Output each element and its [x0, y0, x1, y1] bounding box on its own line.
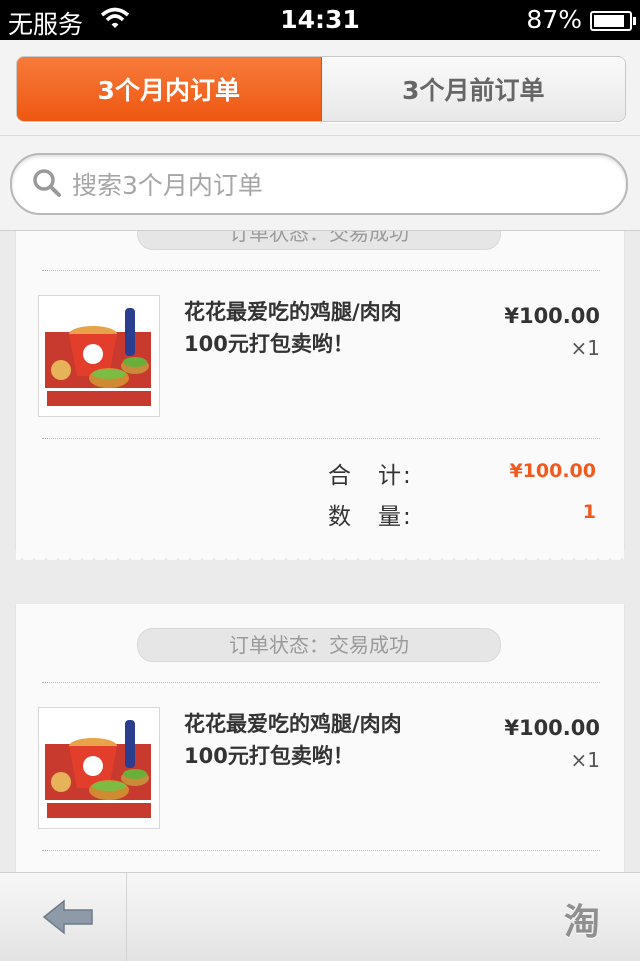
product-thumbnail[interactable] [38, 295, 160, 417]
battery-icon [590, 11, 636, 31]
count-label: 数 量: [328, 504, 413, 530]
divider [42, 850, 600, 851]
item-price: ¥100.00 [504, 304, 600, 328]
item-quantity: ×1 [570, 336, 600, 360]
product-title-line: 100元打包卖哟！ [184, 332, 354, 356]
order-card[interactable]: 订单状态：交易成功 花花最爱吃的鸡腿/肉肉 100元打包卖哟！ ¥100.00 … [16, 604, 624, 884]
back-arrow-icon [42, 899, 93, 935]
item-quantity: ×1 [570, 748, 600, 772]
order-status-badge: 订单状态：交易成功 [137, 628, 501, 662]
item-price: ¥100.00 [504, 716, 600, 740]
divider [0, 135, 640, 136]
order-period-tabs: 3个月内订单 3个月前订单 [16, 56, 626, 122]
search-input[interactable] [70, 155, 614, 215]
receipt-edge [16, 550, 624, 560]
status-bar: 无服务 14:31 87% [0, 0, 640, 40]
tab-within-3-months[interactable]: 3个月内订单 [17, 57, 322, 121]
count-value: 1 [582, 501, 596, 523]
total-label: 合 计: [328, 463, 413, 489]
tab-before-3-months[interactable]: 3个月前订单 [321, 57, 625, 121]
product-title-line: 花花最爱吃的鸡腿/肉肉 [184, 712, 402, 736]
product-thumbnail[interactable] [38, 707, 160, 829]
product-title-line: 花花最爱吃的鸡腿/肉肉 [184, 300, 402, 324]
order-card[interactable]: 订单状态：交易成功 花花最爱吃的鸡腿/肉肉 100元打包卖哟！ ¥100.00 … [16, 200, 624, 560]
product-title-line: 100元打包卖哟！ [184, 744, 354, 768]
taobao-logo-icon[interactable]: 淘 [564, 893, 600, 945]
bottom-toolbar: 淘 [0, 872, 640, 961]
total-value: ¥100.00 [509, 460, 596, 482]
header: 3个月内订单 3个月前订单 [0, 40, 640, 231]
search-bar[interactable] [10, 153, 628, 215]
divider [42, 438, 600, 439]
product-title[interactable]: 花花最爱吃的鸡腿/肉肉 100元打包卖哟！ [184, 708, 474, 772]
search-icon [32, 168, 62, 198]
product-title[interactable]: 花花最爱吃的鸡腿/肉肉 100元打包卖哟！ [184, 296, 474, 360]
back-button[interactable] [0, 873, 127, 961]
divider [42, 682, 600, 683]
divider [42, 270, 600, 271]
battery-percent: 87% [526, 5, 582, 34]
